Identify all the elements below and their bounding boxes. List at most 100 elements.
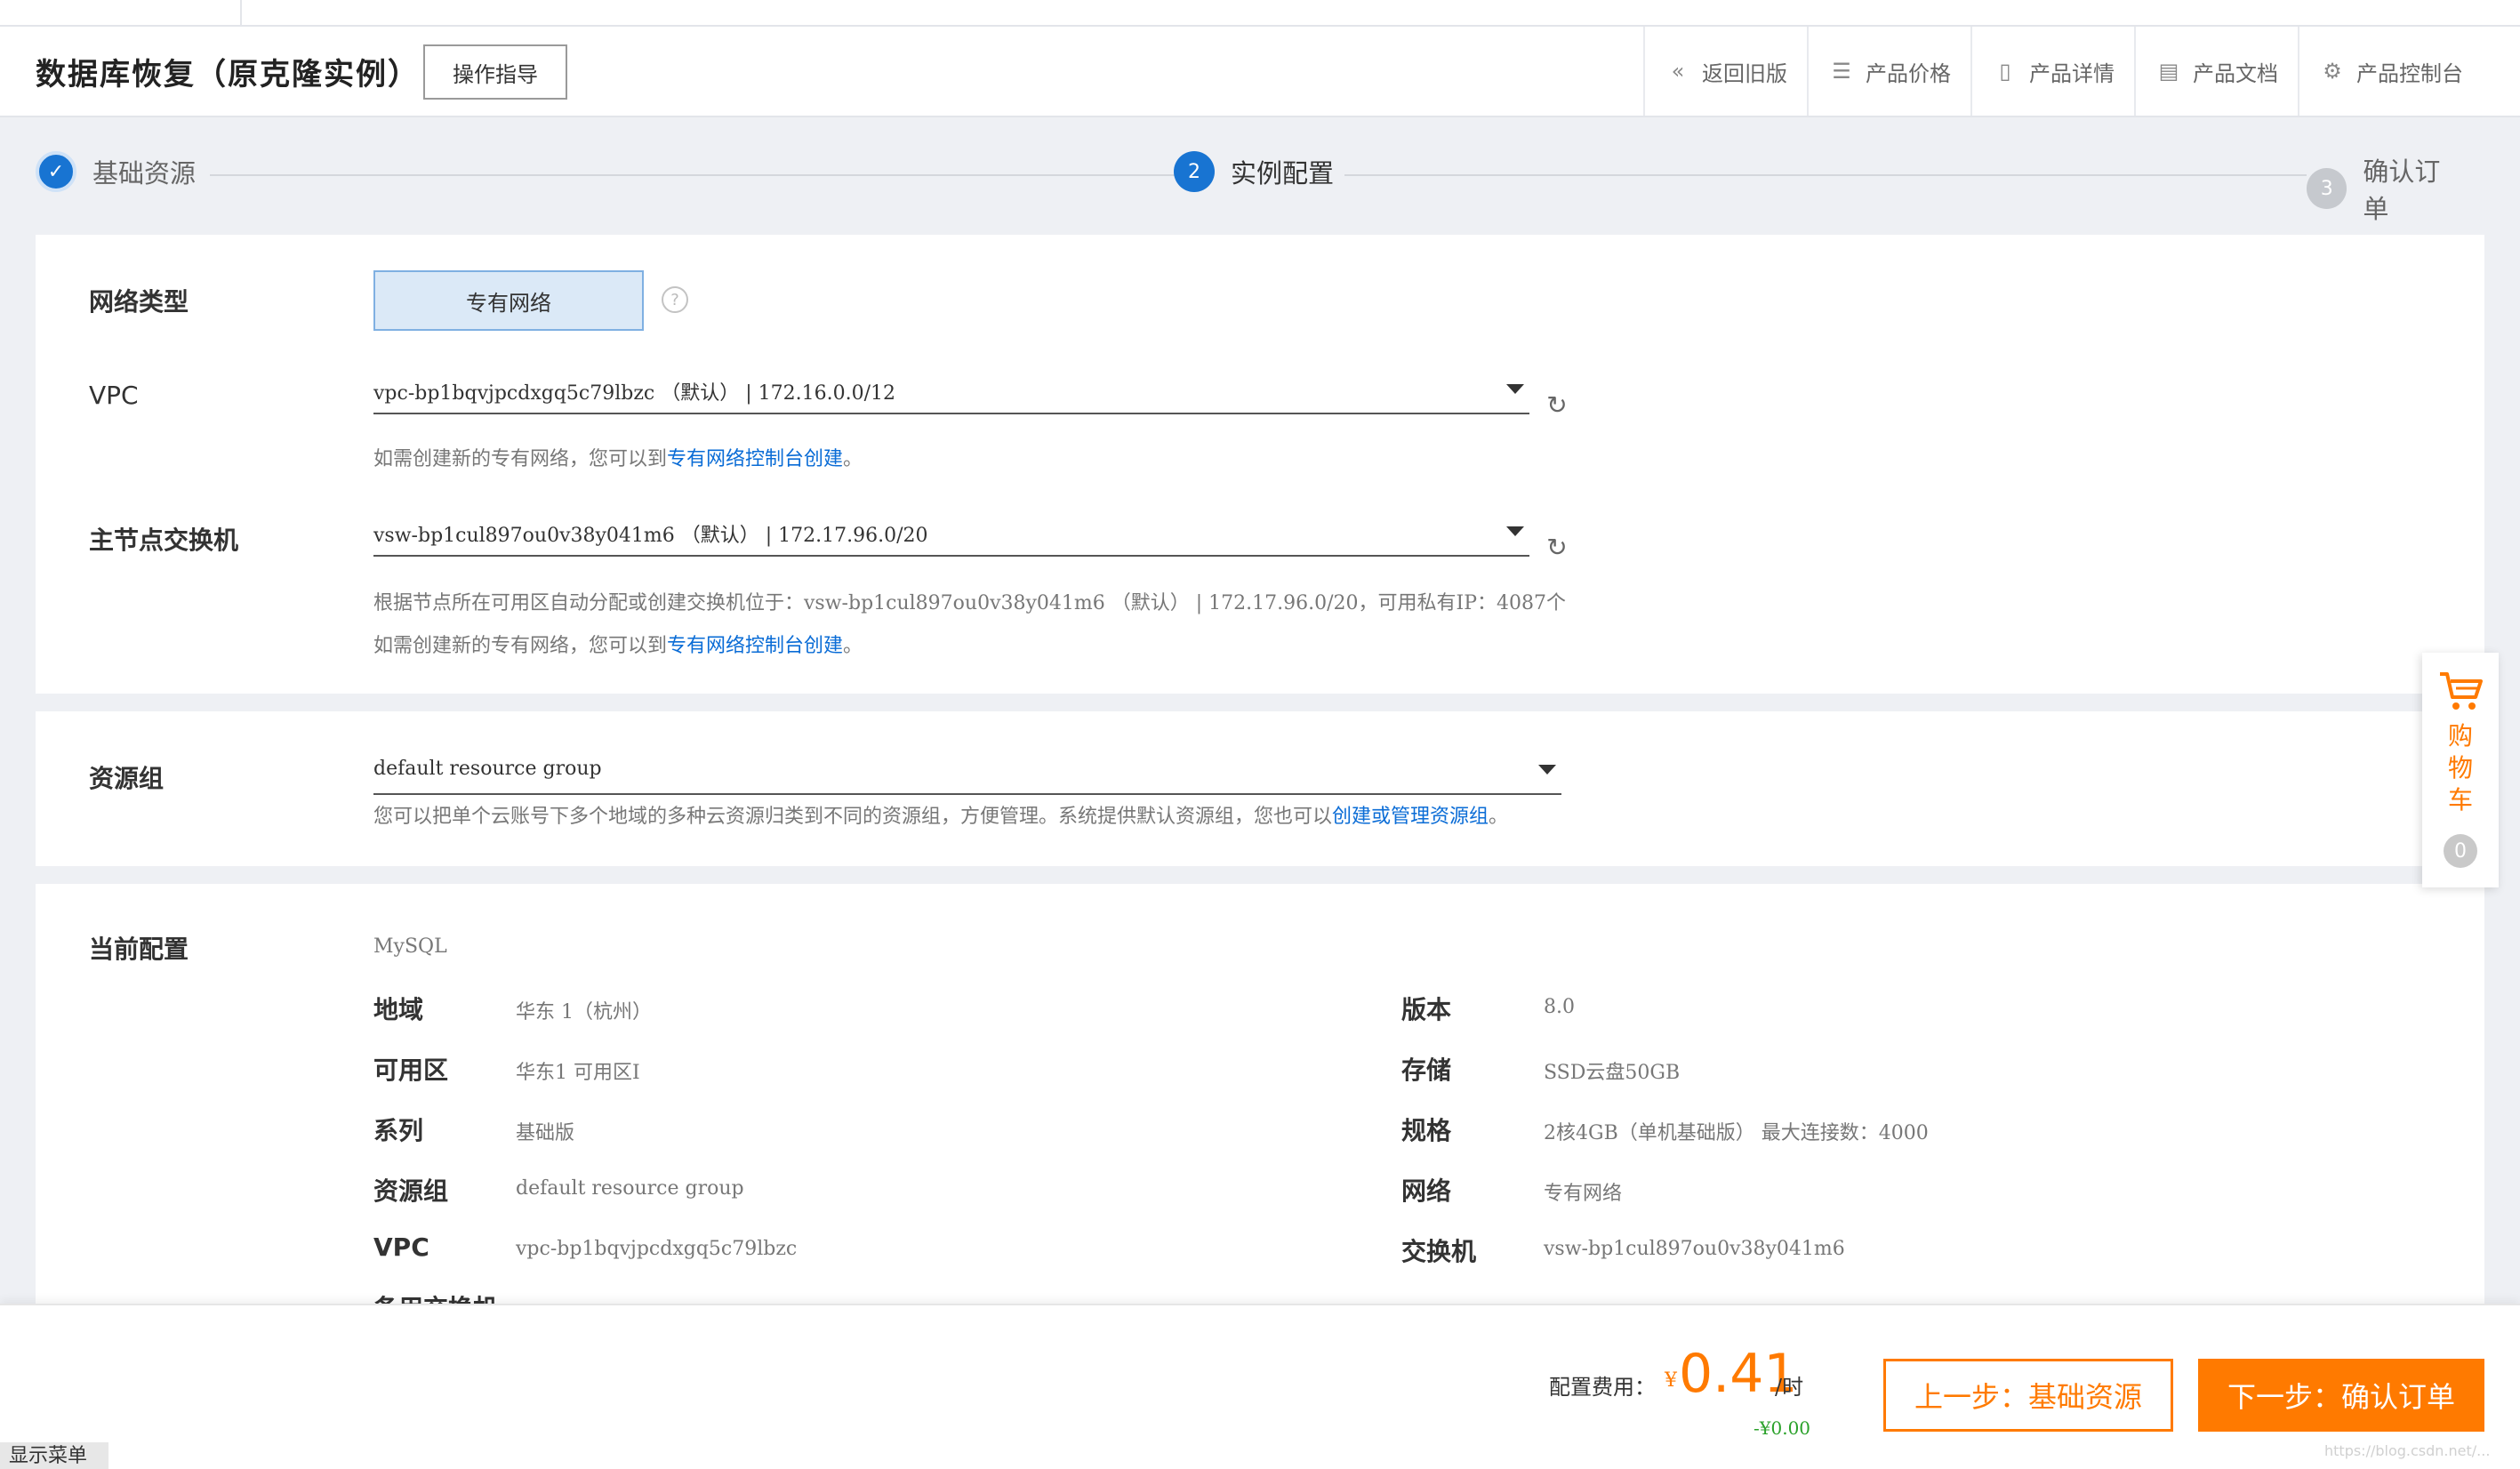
config-value-series: 基础版 — [516, 1122, 575, 1144]
header-links: « 返回旧版 ☰ 产品价格 ▯ 产品详情 ▤ 产品文档 ⚙ 产品控制台 — [1643, 27, 2483, 116]
fee-currency: ¥ — [1665, 1369, 1677, 1392]
network-type-vpc-option[interactable]: 专有网络 — [373, 270, 644, 331]
config-value-spec: 2核4GB（单机基础版） 最大连接数：4000 — [1544, 1122, 1929, 1144]
cart-label-char: 购 — [2447, 721, 2473, 751]
config-key-spec: 规格 — [1401, 1116, 1452, 1145]
step-connector — [210, 174, 1184, 176]
fee-unit: /时 — [1775, 1375, 1804, 1400]
vpc-label: VPC — [89, 381, 139, 410]
cart-label: 购 物 车 — [2422, 720, 2499, 816]
config-key-resource-group: 资源组 — [373, 1176, 449, 1206]
switch-select[interactable]: vsw-bp1cul897ou0v38y041m6 （默认） | 172.17.… — [373, 512, 1529, 557]
help-icon[interactable]: ? — [662, 286, 688, 313]
fee-label: 配置费用： — [1549, 1375, 1656, 1400]
config-value-switch: vsw-bp1cul897ou0v38y041m6 — [1544, 1238, 1845, 1260]
document-icon: ▤ — [2158, 59, 2179, 84]
vpc-hint-text: 如需创建新的专有网络，您可以到 — [373, 448, 668, 470]
price-list-icon: ☰ — [1832, 59, 1851, 84]
config-key-standby-switch: 备用交换机 — [373, 1289, 498, 1304]
config-key-zone: 可用区 — [373, 1056, 449, 1085]
page-header: 数据库恢复（原克隆实例） 操作指导 « 返回旧版 ☰ 产品价格 ▯ 产品详情 ▤… — [0, 27, 2520, 117]
resource-group-hint: 您可以把单个云账号下多个地域的多种云资源归类到不同的资源组，方便管理。系统提供默… — [373, 800, 1508, 829]
shopping-cart[interactable]: 购 物 车 0 — [2422, 653, 2499, 887]
config-value-storage: SSD云盘50GB — [1544, 1062, 1681, 1084]
product-console-label: 产品控制台 — [2356, 60, 2463, 86]
step-progress: ✓ 基础资源 2 实例配置 3 确认订单 — [36, 151, 2465, 224]
prev-step-button[interactable]: 上一步：基础资源 — [1883, 1359, 2173, 1432]
resource-group-select[interactable]: default resource group — [373, 751, 1561, 795]
switch-hint-create: 如需创建新的专有网络，您可以到专有网络控制台创建。 — [373, 630, 863, 658]
fee-discount: -¥0.00 — [1754, 1417, 1811, 1439]
product-detail-label: 产品详情 — [2029, 60, 2115, 86]
product-doc-link[interactable]: ▤ 产品文档 — [2134, 27, 2298, 116]
gear-icon: ⚙ — [2323, 59, 2342, 84]
switch-select-value: vsw-bp1cul897ou0v38y041m6 （默认） | 172.17.… — [373, 525, 928, 547]
step-connector — [1344, 174, 2307, 176]
vpc-console-link[interactable]: 专有网络控制台创建 — [667, 635, 843, 657]
step-label: 基础资源 — [92, 158, 197, 189]
config-value-region: 华东 1（杭州） — [516, 1001, 652, 1023]
vpc-console-link[interactable]: 专有网络控制台创建 — [667, 448, 843, 470]
step-basic-resources: ✓ 基础资源 — [36, 151, 196, 192]
product-detail-link[interactable]: ▯ 产品详情 — [1970, 27, 2134, 116]
manage-resource-group-link[interactable]: 创建或管理资源组 — [1332, 806, 1489, 828]
switch-hint-suffix: 。 — [843, 635, 863, 657]
product-price-link[interactable]: ☰ 产品价格 — [1807, 27, 1970, 116]
chevron-down-icon — [1506, 526, 1524, 536]
resource-group-hint-text: 您可以把单个云账号下多个地域的多种云资源归类到不同的资源组，方便管理。系统提供默… — [373, 806, 1333, 828]
product-doc-label: 产品文档 — [2193, 60, 2278, 86]
config-key-storage: 存储 — [1401, 1056, 1452, 1085]
config-key-vpc: VPC — [373, 1232, 429, 1262]
vpc-hint-suffix: 。 — [843, 448, 863, 470]
back-old-version-label: 返回旧版 — [1702, 60, 1787, 86]
chevron-down-icon — [1538, 765, 1556, 775]
network-type-label: 网络类型 — [89, 287, 189, 317]
resource-group-label: 资源组 — [89, 764, 165, 793]
cart-icon — [2440, 672, 2483, 710]
refresh-icon[interactable]: ↻ — [1544, 390, 1570, 420]
top-strip — [0, 0, 2520, 27]
show-menu-button[interactable]: 显示菜单 — [0, 1442, 108, 1469]
config-value-zone: 华东1 可用区I — [516, 1062, 640, 1084]
config-key-network: 网络 — [1401, 1176, 1452, 1206]
switch-hint-text: 如需创建新的专有网络，您可以到 — [373, 635, 668, 657]
config-value-network: 专有网络 — [1544, 1183, 1623, 1205]
current-config-label: 当前配置 — [89, 935, 189, 964]
step-label: 实例配置 — [1231, 158, 1335, 189]
vpc-select-value: vpc-bp1bqvjpcdxgq5c79lbzc （默认） | 172.16.… — [373, 382, 896, 405]
watermark: https://blog.csdn.net/... — [2324, 1442, 2491, 1459]
config-key-region: 地域 — [373, 995, 424, 1024]
config-value-vpc: vpc-bp1bqvjpcdxgq5c79lbzc — [516, 1238, 798, 1260]
chevron-down-icon — [1506, 384, 1524, 394]
config-value-version: 8.0 — [1544, 996, 1575, 1018]
switch-label: 主节点交换机 — [89, 526, 239, 555]
step-confirm-order: 3 确认订单 — [2307, 151, 2465, 226]
vpc-select[interactable]: vpc-bp1bqvjpcdxgq5c79lbzc （默认） | 172.16.… — [373, 370, 1529, 414]
switch-hint: 根据节点所在可用区自动分配或创建交换机位于：vsw-bp1cul897ou0v3… — [373, 592, 1567, 614]
back-old-version-link[interactable]: « 返回旧版 — [1643, 27, 1807, 116]
product-price-label: 产品价格 — [1866, 60, 1951, 86]
refresh-icon[interactable]: ↻ — [1544, 533, 1570, 562]
double-chevron-left-icon: « — [1671, 59, 1685, 84]
cart-count-badge: 0 — [2444, 834, 2477, 868]
guide-button[interactable]: 操作指导 — [423, 44, 567, 100]
config-key-version: 版本 — [1401, 995, 1452, 1024]
cart-label-char: 车 — [2447, 785, 2473, 815]
resource-group-panel: 资源组 default resource group 您可以把单个云账号下多个地… — [36, 711, 2484, 866]
check-icon: ✓ — [36, 151, 76, 192]
product-console-link[interactable]: ⚙ 产品控制台 — [2298, 27, 2483, 116]
current-config-panel: 当前配置 MySQL 地域 华东 1（杭州） 可用区 华东1 可用区I 系列 基… — [36, 884, 2484, 1304]
next-step-button[interactable]: 下一步：确认订单 — [2198, 1359, 2484, 1432]
cart-label-char: 物 — [2447, 753, 2473, 783]
network-panel: 网络类型 专有网络 ? VPC vpc-bp1bqvjpcdxgq5c79lbz… — [36, 235, 2484, 694]
footer-bar: 配置费用： ¥ 0.41 /时 -¥0.00 上一步：基础资源 下一步：确认订单 — [0, 1304, 2520, 1469]
config-key-series: 系列 — [373, 1116, 424, 1145]
step-instance-config: 2 实例配置 — [1174, 151, 1334, 192]
page-title: 数据库恢复（原克隆实例） — [36, 57, 420, 92]
step-number: 2 — [1174, 151, 1215, 192]
engine-value: MySQL — [373, 935, 447, 958]
top-divider — [240, 0, 242, 27]
step-label: 确认订单 — [2363, 157, 2441, 224]
detail-doc-icon: ▯ — [1999, 59, 2011, 84]
config-key-switch: 交换机 — [1401, 1237, 1477, 1266]
